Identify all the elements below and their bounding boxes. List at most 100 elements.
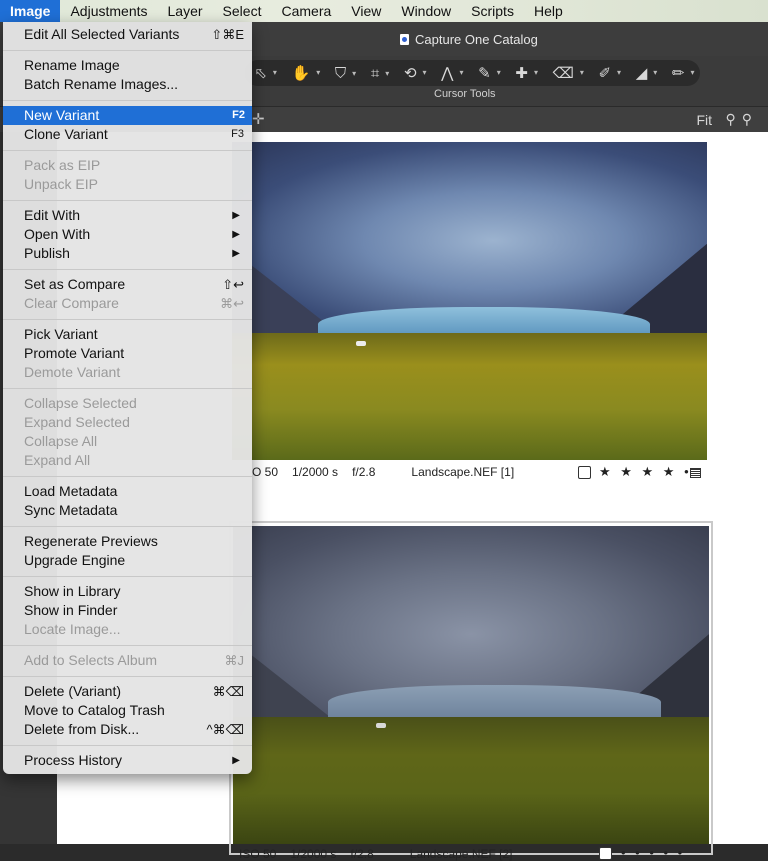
menu-item-batch-rename[interactable]: Batch Rename Images...: [3, 75, 252, 94]
menu-item-expand-all: Expand All: [3, 451, 252, 470]
variant-photo-1[interactable]: [232, 142, 707, 460]
menu-item-label: Batch Rename Images...: [24, 76, 179, 92]
menu-item-new-variant[interactable]: New Variant F2: [3, 106, 252, 125]
menu-view[interactable]: View: [341, 0, 391, 22]
menu-item-delete-from-disk[interactable]: Delete from Disk... ^⌘⌫: [3, 720, 252, 739]
menu-item-clone-variant[interactable]: Clone Variant F3: [3, 125, 252, 144]
menu-item-add-to-selects-album: Add to Selects Album ⌘J: [3, 651, 252, 670]
variant-caption-2: ISO 50 1/2000 s f/2.8 Landscape.NEF [2]: [239, 847, 513, 861]
catalog-icon: [400, 34, 409, 45]
shutter-value: 1/2000 s: [292, 465, 339, 479]
menu-item-edit-all-selected-variants[interactable]: Edit All Selected Variants ⇧⌘E: [3, 25, 252, 44]
menu-item-shortcut: ⇧↩: [222, 277, 244, 292]
variant-photo-2[interactable]: [233, 526, 709, 844]
menu-item-shortcut: ^⌘⌫: [206, 722, 244, 737]
menu-layer[interactable]: Layer: [158, 0, 213, 22]
menu-separator: [3, 269, 252, 270]
menu-item-rename-image[interactable]: Rename Image: [3, 56, 252, 75]
menu-item-label: Pack as EIP: [24, 157, 101, 173]
menu-item-sync-metadata[interactable]: Sync Metadata: [3, 501, 252, 520]
menu-item-label: Collapse All: [24, 433, 98, 449]
menu-item-demote-variant: Demote Variant: [3, 363, 252, 382]
menu-item-label: Show in Library: [24, 583, 121, 599]
star-rating[interactable]: • • • • •: [621, 845, 685, 860]
zoom-fit-label[interactable]: Fit: [696, 112, 712, 128]
menu-item-label: Rename Image: [24, 57, 120, 73]
menu-item-label: Pick Variant: [24, 326, 98, 342]
menu-item-label: Upgrade Engine: [24, 552, 126, 568]
color-picker-icon[interactable]: ✐: [598, 64, 620, 82]
menu-item-label: New Variant: [24, 107, 100, 123]
menu-item-shortcut: ⌘⌫: [212, 684, 244, 699]
variant-thumbnail-1[interactable]: O 50 1/2000 s f/2.8 Landscape.NEF [1] ★ …: [232, 142, 707, 487]
menu-item-label: Delete (Variant): [24, 683, 122, 699]
menu-item-load-metadata[interactable]: Load Metadata: [3, 482, 252, 501]
toolbar-caption: Cursor Tools: [434, 88, 496, 100]
submenu-arrow-icon: ▶: [232, 210, 240, 221]
menu-scripts[interactable]: Scripts: [461, 0, 524, 22]
menu-item-expand-selected: Expand Selected: [3, 413, 252, 432]
rotate-icon[interactable]: ⟲: [404, 64, 426, 82]
variant-caption-1: O 50 1/2000 s f/2.8 Landscape.NEF [1]: [252, 465, 514, 479]
crosshair-icon[interactable]: ✛: [252, 110, 265, 128]
menu-select[interactable]: Select: [213, 0, 272, 22]
menu-item-label: Expand Selected: [24, 414, 130, 430]
metadata-icon[interactable]: [690, 468, 701, 478]
menu-item-regenerate-previews[interactable]: Regenerate Previews: [3, 532, 252, 551]
hand-pan-icon[interactable]: ✋: [292, 64, 320, 82]
menu-item-pick-variant[interactable]: Pick Variant: [3, 325, 252, 344]
menu-item-label: Publish: [24, 245, 70, 261]
menu-item-show-in-library[interactable]: Show in Library: [3, 582, 252, 601]
menu-item-show-in-finder[interactable]: Show in Finder: [3, 601, 252, 620]
brush-icon[interactable]: ✎: [478, 64, 500, 82]
crop-icon[interactable]: ⌗: [371, 65, 390, 82]
fill-icon[interactable]: ◢: [636, 64, 657, 82]
menu-item-set-as-compare[interactable]: Set as Compare ⇧↩: [3, 275, 252, 294]
select-checkbox[interactable]: [578, 466, 591, 479]
menu-item-label: Expand All: [24, 452, 91, 468]
variant-thumbnail-2[interactable]: ISO 50 1/2000 s f/2.8 Landscape.NEF [2] …: [229, 521, 713, 861]
menu-item-label: Show in Finder: [24, 602, 118, 618]
menu-item-label: Delete from Disk...: [24, 721, 140, 737]
eraser-icon[interactable]: ⌫: [553, 64, 584, 82]
keystone-icon[interactable]: ⋀: [441, 64, 464, 82]
menu-item-pack-eip: Pack as EIP: [3, 156, 252, 175]
menu-item-shortcut: ⇧⌘E: [211, 27, 244, 42]
menu-bar: Image Adjustments Layer Select Camera Vi…: [0, 0, 768, 22]
menu-item-label: Open With: [24, 226, 91, 242]
menu-item-upgrade-engine[interactable]: Upgrade Engine: [3, 551, 252, 570]
menu-window[interactable]: Window: [391, 0, 461, 22]
menu-item-shortcut: ⌘↩: [220, 296, 244, 311]
menu-item-label: Unpack EIP: [24, 176, 98, 192]
menu-item-label: Add to Selects Album: [24, 652, 158, 668]
star-rating[interactable]: ★ ★ ★ ★ •: [599, 464, 692, 480]
select-checkbox[interactable]: [599, 847, 612, 860]
menu-item-process-history[interactable]: Process History ▶: [3, 751, 252, 770]
menu-image[interactable]: Image: [0, 0, 61, 22]
menu-separator: [3, 476, 252, 477]
stamp-icon[interactable]: ⛉: [335, 65, 357, 82]
menu-item-label: Locate Image...: [24, 621, 121, 637]
menu-separator: [3, 388, 252, 389]
aperture-value: f/2.8: [350, 847, 374, 861]
menu-help[interactable]: Help: [524, 0, 573, 22]
healing-icon[interactable]: ✚: [515, 64, 537, 82]
iso-value: O 50: [252, 465, 279, 479]
menu-item-unpack-eip: Unpack EIP: [3, 175, 252, 194]
menu-item-label: Clone Variant: [24, 126, 108, 142]
menu-separator: [3, 100, 252, 101]
menu-item-label: Collapse Selected: [24, 395, 137, 411]
menu-item-edit-with[interactable]: Edit With ▶: [3, 206, 252, 225]
zoom-icon[interactable]: ⚲⚲: [725, 111, 758, 128]
menu-item-promote-variant[interactable]: Promote Variant: [3, 344, 252, 363]
select-arrow-icon[interactable]: ⬁: [254, 64, 276, 82]
menu-item-label: Demote Variant: [24, 364, 121, 380]
menu-item-open-with[interactable]: Open With ▶: [3, 225, 252, 244]
menu-item-delete-variant[interactable]: Delete (Variant) ⌘⌫: [3, 682, 252, 701]
annotate-pen-icon[interactable]: ✏: [672, 64, 694, 82]
menu-item-publish[interactable]: Publish ▶: [3, 244, 252, 263]
menu-adjustments[interactable]: Adjustments: [60, 0, 157, 22]
menu-camera[interactable]: Camera: [271, 0, 341, 22]
menu-item-move-to-catalog-trash[interactable]: Move to Catalog Trash: [3, 701, 252, 720]
menu-item-locate-image: Locate Image...: [3, 620, 252, 639]
